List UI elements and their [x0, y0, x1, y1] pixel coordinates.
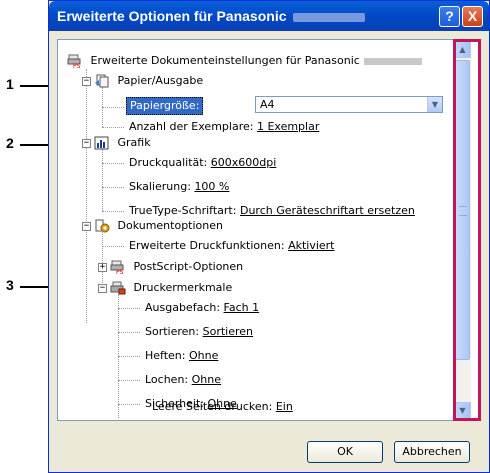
tree-line	[102, 211, 124, 212]
tree-line	[102, 107, 124, 108]
feature-row[interactable]: Lochen: Ohne	[145, 372, 221, 388]
feature-label: Ausgabefach:	[145, 301, 221, 314]
tree-item-features-label: Druckermerkmale	[133, 281, 233, 294]
feature-row[interactable]: Heften: Ohne	[145, 348, 218, 364]
cancel-button[interactable]: Abbrechen	[394, 441, 470, 463]
collapse-toggle-graphics[interactable]: −	[82, 139, 91, 148]
paper-size-row[interactable]: Papiergröße:	[126, 97, 204, 115]
paper-size-label: Papiergröße:	[126, 97, 204, 115]
printer-ps-icon: PS	[110, 260, 124, 274]
tree-item-postscript-label: PostScript-Optionen	[133, 260, 244, 273]
copies-row[interactable]: Anzahl der Exemplare: 1 Exemplar	[129, 119, 319, 135]
scaling-value[interactable]: 100 %	[194, 179, 229, 195]
title-bar[interactable]: Erweiterte Optionen für Panasonic ? X	[49, 1, 489, 31]
callout-3: 3	[6, 277, 14, 293]
chevron-down-icon[interactable]: ▼	[427, 97, 442, 112]
copies-value[interactable]: 1 Exemplar	[257, 119, 319, 135]
ok-button[interactable]: OK	[307, 441, 383, 463]
tree-item-graphics[interactable]: Grafik	[94, 135, 151, 151]
tree-line	[118, 356, 140, 357]
help-button[interactable]: ?	[439, 6, 460, 27]
feature-label: Sortieren:	[145, 325, 200, 338]
tree-item-graphics-label: Grafik	[117, 136, 151, 149]
feature-value[interactable]: Ein	[276, 399, 293, 415]
truetype-label: TrueType-Schriftart:	[129, 204, 237, 217]
feature-label: Heften:	[145, 349, 186, 362]
quality-row[interactable]: Druckqualität: 600x600dpi	[129, 155, 276, 171]
redacted-model	[292, 12, 365, 22]
scaling-row[interactable]: Skalierung: 100 %	[129, 179, 229, 195]
advanced-print-row[interactable]: Erweiterte Druckfunktionen: Aktiviert	[129, 238, 335, 254]
options-tree[interactable]: PS Erweiterte Dokumenteinstellungen für …	[58, 40, 453, 420]
document-options-icon	[95, 219, 110, 233]
quality-label: Druckqualität:	[129, 156, 208, 169]
svg-text:PS: PS	[73, 63, 81, 68]
quality-value[interactable]: 600x600dpi	[211, 155, 277, 171]
svg-text:PS: PS	[116, 269, 124, 274]
tree-item-docopts-label: Dokumentoptionen	[117, 219, 224, 232]
close-button[interactable]: X	[462, 6, 483, 27]
tree-item-docopts[interactable]: Dokumentoptionen	[94, 218, 223, 234]
copies-label: Anzahl der Exemplare:	[129, 120, 254, 133]
tree-line	[102, 163, 124, 164]
printer-features-icon	[110, 281, 126, 295]
scaling-label: Skalierung:	[129, 180, 191, 193]
feature-row[interactable]: Leere Seiten drucken: Ein	[152, 399, 293, 415]
collapse-toggle-features[interactable]: −	[98, 284, 107, 293]
expand-toggle-postscript[interactable]: +	[98, 263, 107, 272]
tree-line	[102, 127, 124, 128]
tree-line	[102, 187, 124, 188]
feature-row[interactable]: Ausgabefach: Fach 1	[145, 300, 259, 316]
paper-size-dropdown[interactable]: A4 ▼	[255, 96, 443, 113]
collapse-toggle-docopts[interactable]: −	[82, 222, 91, 231]
tree-root[interactable]: PS Erweiterte Dokumenteinstellungen für …	[67, 53, 422, 69]
feature-value[interactable]: Ohne	[192, 372, 221, 388]
tree-line	[118, 332, 140, 333]
tree-line	[102, 232, 103, 287]
feature-label: Leere Seiten drucken:	[152, 400, 273, 413]
tree-line	[118, 308, 140, 309]
tree-item-paper[interactable]: Papier/Ausgabe	[94, 73, 203, 89]
options-tree-panel: PS Erweiterte Dokumenteinstellungen für …	[57, 39, 481, 421]
tree-line	[86, 69, 87, 323]
feature-label: Lochen:	[145, 373, 189, 386]
paper-output-icon	[95, 74, 109, 88]
feature-value[interactable]: Fach 1	[224, 300, 260, 316]
tree-line	[102, 149, 103, 211]
scrollbar-highlight-frame	[453, 39, 481, 421]
tree-item-paper-label: Papier/Ausgabe	[117, 74, 204, 87]
feature-value[interactable]: Ohne	[189, 348, 218, 364]
advanced-print-label: Erweiterte Druckfunktionen:	[129, 239, 285, 252]
advanced-print-value[interactable]: Aktiviert	[288, 238, 334, 254]
tree-root-label: Erweiterte Dokumenteinstellungen für Pan…	[90, 54, 360, 67]
redacted-model	[363, 57, 422, 65]
graphics-chart-icon	[94, 136, 109, 150]
feature-value[interactable]: Sortieren	[203, 324, 253, 340]
printer-ps-icon: PS	[67, 54, 81, 68]
feature-row[interactable]: Sortieren: Sortieren	[145, 324, 253, 340]
truetype-row[interactable]: TrueType-Schriftart: Durch Geräteschrift…	[129, 203, 415, 219]
truetype-value[interactable]: Durch Geräteschriftart ersetzen	[240, 203, 415, 219]
callout-2: 2	[6, 135, 14, 151]
window-title: Erweiterte Optionen für Panasonic	[57, 8, 365, 24]
tree-item-postscript[interactable]: PS PostScript-Optionen	[110, 259, 243, 275]
tree-line	[118, 380, 140, 381]
tree-line	[102, 246, 124, 247]
callout-1: 1	[6, 76, 14, 92]
tree-item-features[interactable]: Druckermerkmale	[110, 280, 232, 296]
tree-line	[118, 404, 140, 405]
collapse-toggle-paper[interactable]: −	[82, 77, 91, 86]
paper-size-value: A4	[260, 98, 275, 111]
